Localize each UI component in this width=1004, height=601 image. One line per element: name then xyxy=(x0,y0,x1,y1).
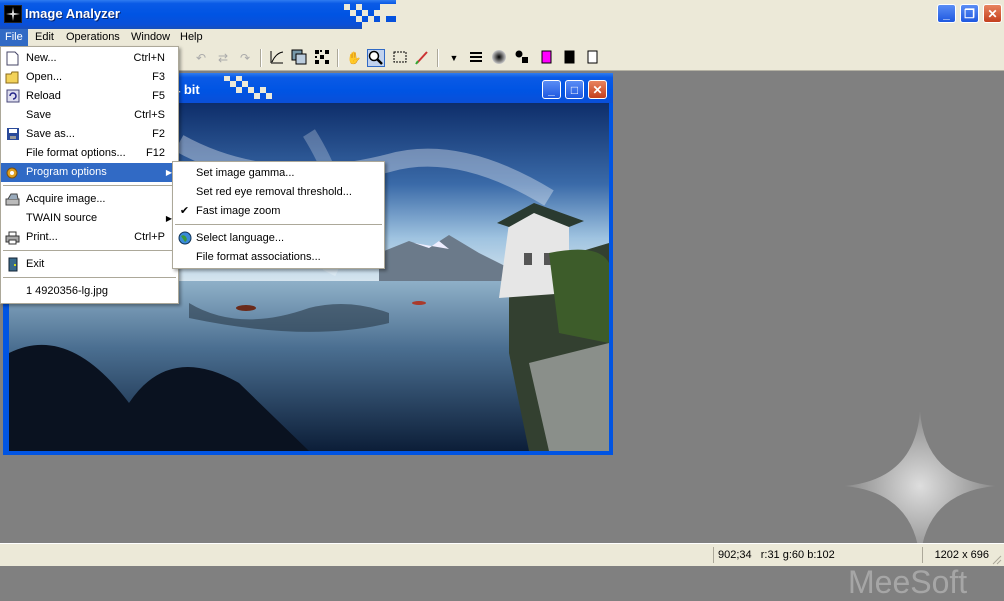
qr-pattern-icon[interactable] xyxy=(313,49,331,67)
image-copy-icon[interactable] xyxy=(290,49,308,67)
pencil-tool-icon[interactable] xyxy=(413,49,431,67)
globe-icon xyxy=(177,231,192,246)
dropdown-arrow-icon[interactable]: ▼ xyxy=(445,49,463,67)
redo-icon[interactable]: ↷ xyxy=(236,49,254,67)
checkmark-icon: ✔ xyxy=(179,205,190,217)
statusbar: 902;34 r:31 g:60 b:102 1202 x 696 xyxy=(0,543,1004,566)
menu-item-reload[interactable]: Reload F5 xyxy=(1,87,178,106)
menu-file[interactable]: File xyxy=(0,29,28,46)
menu-item-fast-image-zoom[interactable]: ✔ Fast image zoom xyxy=(173,202,384,221)
floppy-disk-icon xyxy=(5,127,20,142)
soft-brush-icon[interactable] xyxy=(490,49,508,67)
menu-edit[interactable]: Edit xyxy=(30,29,59,46)
resize-grip-icon[interactable] xyxy=(990,553,1002,565)
program-options-submenu: Set image gamma... Set red eye removal t… xyxy=(172,161,385,269)
menu-item-twain-source[interactable]: TWAIN source ▶ xyxy=(1,209,178,228)
status-pixel-color: r:31 g:60 b:102 xyxy=(760,549,835,561)
background-color-icon[interactable] xyxy=(560,49,578,67)
app-titlebar[interactable]: Image Analyzer _ ❐ ✕ xyxy=(0,0,1004,29)
menu-item-save-as[interactable]: Save as... F2 xyxy=(1,125,178,144)
curve-icon[interactable] xyxy=(268,49,286,67)
line-width-icon[interactable] xyxy=(467,49,485,67)
zoom-tool-icon[interactable] xyxy=(367,49,385,67)
reload-icon xyxy=(5,89,20,104)
file-menu: New... Ctrl+N Open... F3 Reload F5 Save … xyxy=(0,46,179,304)
toolbar-separator xyxy=(437,49,439,67)
foreground-color-icon[interactable] xyxy=(537,49,555,67)
menu-item-file-format-options[interactable]: File format options... F12 xyxy=(1,144,178,163)
menu-operations[interactable]: Operations xyxy=(61,29,125,46)
close-button[interactable]: ✕ xyxy=(983,4,1002,23)
menu-item-select-language[interactable]: Select language... xyxy=(173,229,384,248)
restore-button[interactable]: ❐ xyxy=(960,4,979,23)
child-minimize-button[interactable]: _ xyxy=(542,80,561,99)
menu-item-print[interactable]: Print... Ctrl+P xyxy=(1,228,178,247)
child-close-button[interactable]: ✕ xyxy=(588,80,607,99)
brush-shapes-icon[interactable] xyxy=(513,49,531,67)
menu-item-red-eye-threshold[interactable]: Set red eye removal threshold... xyxy=(173,183,384,202)
menu-item-file-format-associations[interactable]: File format associations... xyxy=(173,248,384,267)
menu-item-exit[interactable]: Exit xyxy=(1,255,178,274)
child-maximize-button[interactable]: □ xyxy=(565,80,584,99)
new-file-icon xyxy=(5,51,20,66)
menu-item-recent-file[interactable]: 1 4920356-lg.jpg xyxy=(1,282,178,301)
menu-item-new[interactable]: New... Ctrl+N xyxy=(1,49,178,68)
menu-item-save[interactable]: Save Ctrl+S xyxy=(1,106,178,125)
titlebar-blank xyxy=(396,0,1004,29)
menu-separator xyxy=(3,277,176,278)
meesoft-logo-text: MeeSoft xyxy=(848,564,968,600)
child-titlebar-pattern xyxy=(224,76,272,99)
menu-item-program-options[interactable]: Program options ▶ xyxy=(1,163,178,182)
exit-door-icon xyxy=(5,257,20,272)
titlebar-pattern xyxy=(344,4,396,29)
transparent-color-icon[interactable] xyxy=(583,49,601,67)
menu-item-acquire-image[interactable]: Acquire image... xyxy=(1,190,178,209)
toolbar-separator xyxy=(337,49,339,67)
menu-item-set-image-gamma[interactable]: Set image gamma... xyxy=(173,164,384,183)
menubar: File Edit Operations Window Help xyxy=(0,29,1004,46)
toolbar-separator xyxy=(260,49,262,67)
app-title: Image Analyzer xyxy=(25,6,120,21)
swap-icon[interactable]: ⇄ xyxy=(214,49,232,67)
status-image-size: 1202 x 696 xyxy=(922,547,989,563)
hand-tool-icon[interactable]: ✋ xyxy=(345,49,363,67)
status-cursor-info: 902;34 r:31 g:60 b:102 xyxy=(713,547,838,563)
program-options-icon xyxy=(5,165,20,180)
menu-item-open[interactable]: Open... F3 xyxy=(1,68,178,87)
open-folder-icon xyxy=(5,70,20,85)
menu-window[interactable]: Window xyxy=(126,29,175,46)
menu-separator xyxy=(3,185,176,186)
menu-help[interactable]: Help xyxy=(175,29,208,46)
meesoft-star-logo xyxy=(845,411,995,561)
menu-separator xyxy=(175,224,382,225)
menu-separator xyxy=(3,250,176,251)
scanner-icon xyxy=(5,192,20,207)
printer-icon xyxy=(5,230,20,245)
undo-icon[interactable]: ↶ xyxy=(192,49,210,67)
selection-tool-icon[interactable] xyxy=(391,49,409,67)
status-coords: 902;34 xyxy=(718,549,752,561)
app-icon[interactable] xyxy=(4,5,22,23)
minimize-button[interactable]: _ xyxy=(937,4,956,23)
